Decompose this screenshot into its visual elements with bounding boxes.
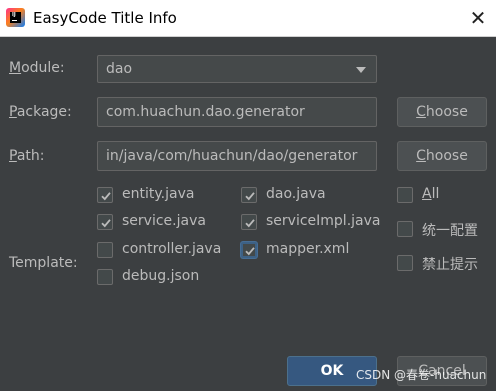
window-title: EasyCode Title Info [33, 9, 177, 27]
checkbox-box [397, 221, 413, 237]
checkbox-box [397, 187, 413, 203]
package-field[interactable]: com.huachun.dao.generator [97, 97, 377, 127]
path-field[interactable]: in/java/com/huachun/dao/generator [97, 141, 377, 171]
package-choose-button[interactable]: Choose [397, 97, 487, 127]
module-label: Module: [9, 60, 65, 76]
template-checkbox-debug[interactable]: debug.json [97, 267, 217, 287]
checkbox-box [241, 242, 257, 258]
package-value: com.huachun.dao.generator [106, 104, 305, 120]
checkbox-label: mapper.xml [266, 241, 350, 257]
watermark: CSDN @春卷-huachun [356, 368, 487, 382]
package-label: Package: [9, 104, 72, 120]
checkbox-box [97, 242, 113, 258]
unified-config-checkbox[interactable]: 统一配置 [397, 219, 492, 239]
checkbox-label: service.java [122, 213, 206, 229]
module-combobox[interactable]: dao [97, 55, 377, 83]
checkbox-box [97, 269, 113, 285]
all-checkbox[interactable]: All [397, 185, 457, 205]
template-checkbox-controller[interactable]: controller.java [97, 240, 232, 260]
checkbox-label: entity.java [122, 186, 195, 202]
chevron-down-icon [356, 67, 366, 73]
checkbox-label: debug.json [122, 268, 200, 284]
template-checkbox-dao[interactable]: dao.java [241, 185, 361, 205]
checkbox-box [97, 214, 113, 230]
template-checkbox-entity[interactable]: entity.java [97, 185, 217, 205]
checkbox-box [97, 187, 113, 203]
checkbox-label: 统一配置 [422, 223, 478, 239]
module-value: dao [106, 61, 133, 77]
template-label: Template: [9, 255, 78, 271]
checkbox-label: 禁止提示 [422, 257, 478, 273]
path-value: in/java/com/huachun/dao/generator [106, 148, 358, 164]
checkbox-box [241, 214, 257, 230]
checkbox-label: serviceImpl.java [266, 213, 381, 229]
checkbox-label: controller.java [122, 241, 222, 257]
checkbox-label: All [422, 186, 440, 202]
checkbox-box [241, 187, 257, 203]
template-checkbox-service[interactable]: service.java [97, 212, 217, 232]
close-icon[interactable]: ✕ [466, 6, 490, 30]
checkbox-label: dao.java [266, 186, 326, 202]
checkbox-box [397, 255, 413, 271]
template-checkbox-serviceimpl[interactable]: serviceImpl.java [241, 212, 386, 232]
template-checkbox-mapper[interactable]: mapper.xml [241, 240, 361, 260]
title-bar: IJ EasyCode Title Info ✕ [0, 0, 496, 37]
intellij-app-icon: IJ [6, 8, 25, 27]
disable-prompt-checkbox[interactable]: 禁止提示 [397, 253, 492, 273]
path-label: Path: [9, 148, 45, 164]
path-choose-button[interactable]: Choose [397, 141, 487, 171]
